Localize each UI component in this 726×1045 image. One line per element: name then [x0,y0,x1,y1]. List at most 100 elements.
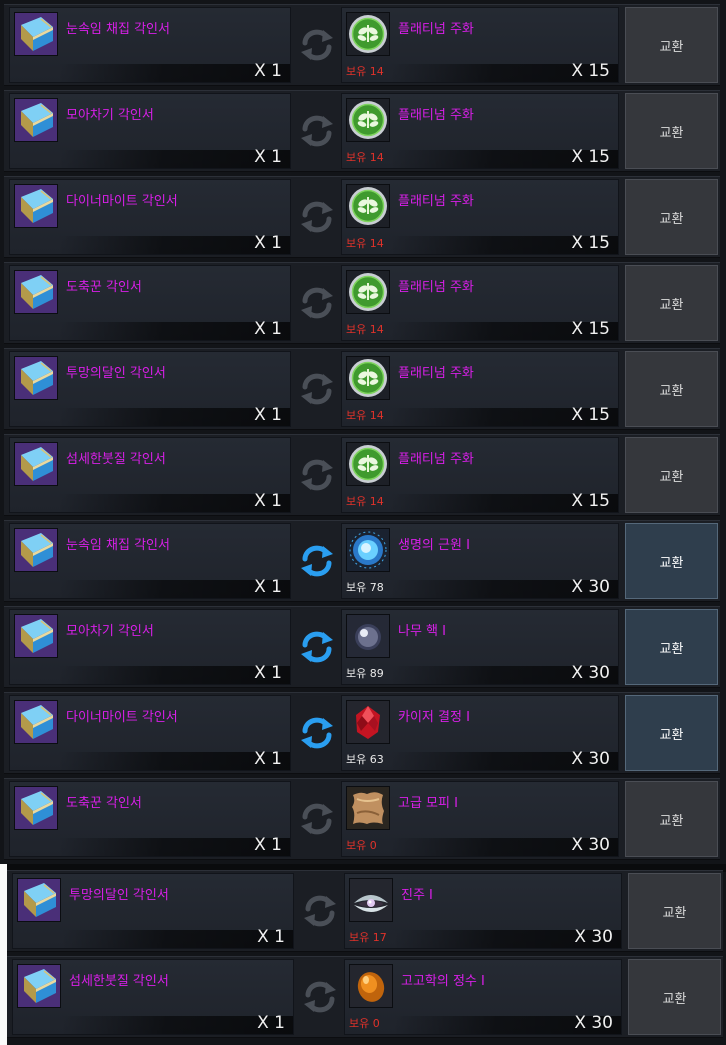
output-item-quantity: X 15 [571,405,610,425]
exchange-button[interactable]: 교환 [625,93,718,169]
output-item-quantity: X 30 [571,835,610,855]
exchange-row: 투망의달인 각인서 X 1 플래티넘 주화보유 14 X 15 교환 [4,348,720,430]
input-item-name: 도축꾼 각인서 [66,796,142,811]
input-item-slot[interactable]: 눈속임 채집 각인서 X 1 [9,523,291,599]
output-item-name: 플래티넘 주화 [398,452,474,467]
input-item-quantity: X 1 [257,1013,285,1033]
input-item-quantity: X 1 [254,147,282,167]
output-item-slot[interactable]: 플래티넘 주화 보유 14 X 15 [341,7,619,83]
exchange-arrows-icon [300,979,340,1015]
exchange-arrows-icon [297,285,337,321]
output-item-slot[interactable]: 생명의 근원 Ⅰ 보유 78 X 30 [341,523,619,599]
engraving-book-icon [14,442,58,486]
exchange-arrows-icon [297,801,337,837]
owned-count: 보유 78 [346,581,384,594]
platinum-coin-icon [346,12,390,56]
output-item-slot[interactable]: 플래티넘 주화 보유 14 X 15 [341,93,619,169]
exchange-button[interactable]: 교환 [625,523,718,599]
exchange-button[interactable]: 교환 [625,179,718,255]
output-item-slot[interactable]: 고급 모피 Ⅰ 보유 0 X 30 [341,781,619,857]
engraving-book-icon [14,270,58,314]
exchange-button[interactable]: 교환 [625,437,718,513]
input-item-slot[interactable]: 다이너마이트 각인서 X 1 [9,179,291,255]
input-item-slot[interactable]: 투망의달인 각인서 X 1 [12,873,294,949]
exchange-row: 도축꾼 각인서 X 1 플래티넘 주화 보유 14 X 15 교환 [4,262,720,344]
input-item-name: 모아차기 각인서 [66,624,154,639]
output-item-quantity: X 15 [571,491,610,511]
exchange-button[interactable]: 교환 [628,959,721,1035]
output-item-name: 플래티넘 주화 [398,280,474,295]
engraving-book-icon [14,12,58,56]
output-item-quantity: X 30 [571,577,610,597]
exchange-row: 투망의달인 각인서 X 1 진주 Ⅰ 보유 17 X 30 교환 [7,870,723,952]
output-item-name: 플래티넘 주화 [398,108,474,123]
output-item-quantity: X 30 [574,927,613,947]
leather-hide-icon [346,786,390,830]
engraving-book-icon [14,786,58,830]
exchange-button[interactable]: 교환 [625,7,718,83]
input-item-slot[interactable]: 섬세한붓질 각인서 X 1 [9,437,291,513]
engraving-book-icon [14,528,58,572]
output-item-slot[interactable]: 카이저 결정 Ⅰ 보유 63 X 30 [341,695,619,771]
output-item-slot[interactable]: 플래티넘 주화 보유 14 X 15 [341,437,619,513]
output-item-quantity: X 15 [571,233,610,253]
exchange-button[interactable]: 교환 [625,265,718,341]
input-item-name: 다이너마이트 각인서 [66,194,178,209]
input-item-slot[interactable]: 모아차기 각인서 X 1 [9,93,291,169]
input-item-slot[interactable]: 섬세한붓질 각인서 X 1 [12,959,294,1035]
input-item-name: 섬세한붓질 각인서 [66,452,166,467]
wood-core-pearl-icon [346,614,390,658]
exchange-row: 섬세한붓질 각인서 X 1 플래티넘 주화 보유 14 X 15 교환 [4,434,720,516]
input-item-slot[interactable]: 모아차기 각인서 X 1 [9,609,291,685]
output-item-slot[interactable]: 플래티넘 주화 보유 14 X 15 [341,265,619,341]
output-item-slot[interactable]: 나무 핵 Ⅰ 보유 89 X 30 [341,609,619,685]
exchange-button[interactable]: 교환 [625,781,718,857]
input-item-slot[interactable]: 다이너마이트 각인서 X 1 [9,695,291,771]
exchange-row: 눈속임 채집 각인서 X 1 플래티넘 주화 보유 14 X 15 교환 [4,4,720,86]
output-item-slot[interactable]: 진주 Ⅰ 보유 17 X 30 [344,873,622,949]
exchange-arrows-icon [297,199,337,235]
output-item-slot[interactable]: 플래티넘 주화보유 14 X 15 [341,351,619,427]
output-item-slot[interactable]: 플래티넘 주화 보유 14 X 15 [341,179,619,255]
output-item-slot[interactable]: 고고학의 정수 Ⅰ 보유 0 X 30 [344,959,622,1035]
platinum-coin-icon [346,98,390,142]
owned-count: 보유 14 [346,409,384,422]
engraving-book-icon [14,356,58,400]
input-item-slot[interactable]: 도축꾼 각인서 X 1 [9,265,291,341]
exchange-button[interactable]: 교환 [628,873,721,949]
exchange-arrows-icon [297,629,337,665]
input-item-slot[interactable]: 눈속임 채집 각인서 X 1 [9,7,291,83]
output-item-name: 고고학의 정수 Ⅰ [401,974,485,989]
screenshot-seam [0,864,7,1045]
input-item-quantity: X 1 [254,491,282,511]
exchange-arrows-icon [300,893,340,929]
owned-count: 보유 0 [349,1017,380,1030]
output-item-quantity: X 30 [574,1013,613,1033]
exchange-arrows-icon [297,113,337,149]
input-item-name: 투망의달인 각인서 [66,366,166,381]
exchange-button[interactable]: 교환 [625,609,718,685]
exchange-button[interactable]: 교환 [625,351,718,427]
exchange-row: 도축꾼 각인서 X 1 고급 모피 Ⅰ 보유 0 X 30 교환 [4,778,720,860]
life-essence-orb-icon [346,528,390,572]
input-item-quantity: X 1 [254,405,282,425]
output-item-quantity: X 15 [571,147,610,167]
input-item-slot[interactable]: 도축꾼 각인서 X 1 [9,781,291,857]
output-item-name: 플래티넘 주화 [398,366,474,381]
exchange-row: 눈속임 채집 각인서 X 1 생명의 근원 Ⅰ 보유 78 X 30 교환 [4,520,720,602]
exchange-button[interactable]: 교환 [625,695,718,771]
input-item-slot[interactable]: 투망의달인 각인서 X 1 [9,351,291,427]
output-item-quantity: X 30 [571,663,610,683]
output-item-name: 플래티넘 주화 [398,22,474,37]
input-item-quantity: X 1 [254,835,282,855]
exchange-row: 다이너마이트 각인서 X 1 카이저 결정 Ⅰ 보유 63 X 30 교환 [4,692,720,774]
output-item-name: 나무 핵 Ⅰ [398,624,446,639]
exchange-arrows-icon [297,371,337,407]
platinum-coin-icon [346,442,390,486]
output-item-quantity: X 15 [571,61,610,81]
input-item-name: 도축꾼 각인서 [66,280,142,295]
platinum-coin-icon [346,184,390,228]
input-item-name: 눈속임 채집 각인서 [66,538,170,553]
output-item-name: 생명의 근원 Ⅰ [398,538,470,553]
engraving-book-icon [14,614,58,658]
